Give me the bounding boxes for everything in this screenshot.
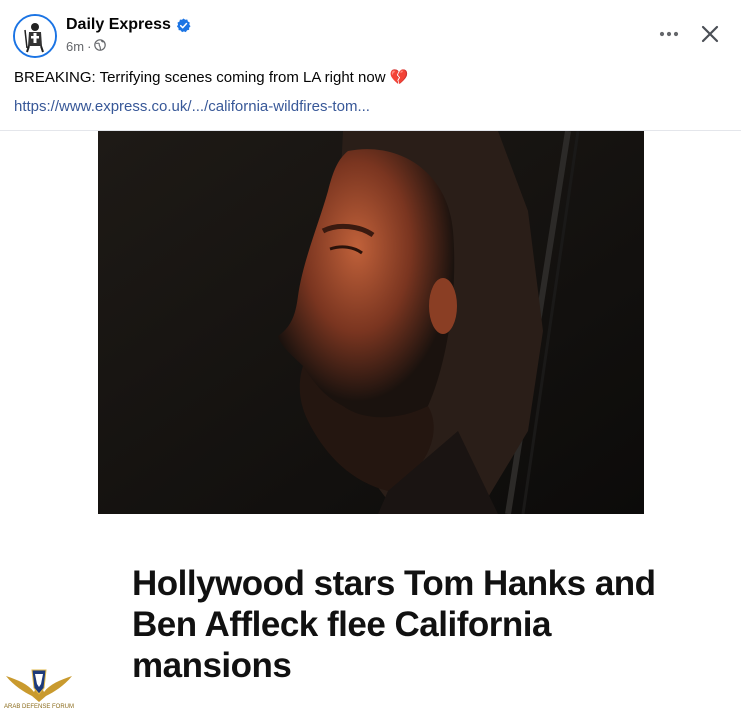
more-options-icon bbox=[659, 31, 679, 37]
post-meta: 6m · bbox=[66, 37, 107, 55]
man-profile-photo bbox=[98, 131, 644, 514]
facebook-post: Daily Express 6m · BREAKING: Terrifying … bbox=[0, 0, 741, 720]
globe-icon[interactable] bbox=[94, 38, 107, 54]
close-button[interactable] bbox=[694, 18, 726, 50]
page-name[interactable]: Daily Express bbox=[66, 16, 171, 34]
arab-defense-forum-watermark: ARAB DEFENSE FORUM bbox=[4, 662, 74, 718]
watermark-text: ARAB DEFENSE FORUM bbox=[4, 704, 75, 710]
article-photo[interactable] bbox=[98, 131, 644, 514]
page-name-row: Daily Express bbox=[66, 14, 191, 36]
meta-separator: · bbox=[87, 38, 92, 54]
page-avatar[interactable] bbox=[13, 14, 57, 58]
crusader-logo-icon bbox=[15, 16, 55, 56]
more-options-button[interactable] bbox=[652, 20, 686, 48]
article-headline: Hollywood stars Tom Hanks and Ben Afflec… bbox=[132, 564, 656, 685]
eagle-emblem-icon bbox=[6, 669, 72, 702]
post-time[interactable]: 6m bbox=[66, 39, 84, 54]
article-link[interactable]: https://www.express.co.uk/.../california… bbox=[14, 96, 714, 118]
post-caption: BREAKING: Terrifying scenes coming from … bbox=[14, 69, 409, 86]
close-icon bbox=[701, 25, 719, 43]
verified-badge-icon bbox=[176, 17, 191, 33]
post-header: Daily Express 6m · bbox=[0, 0, 741, 62]
